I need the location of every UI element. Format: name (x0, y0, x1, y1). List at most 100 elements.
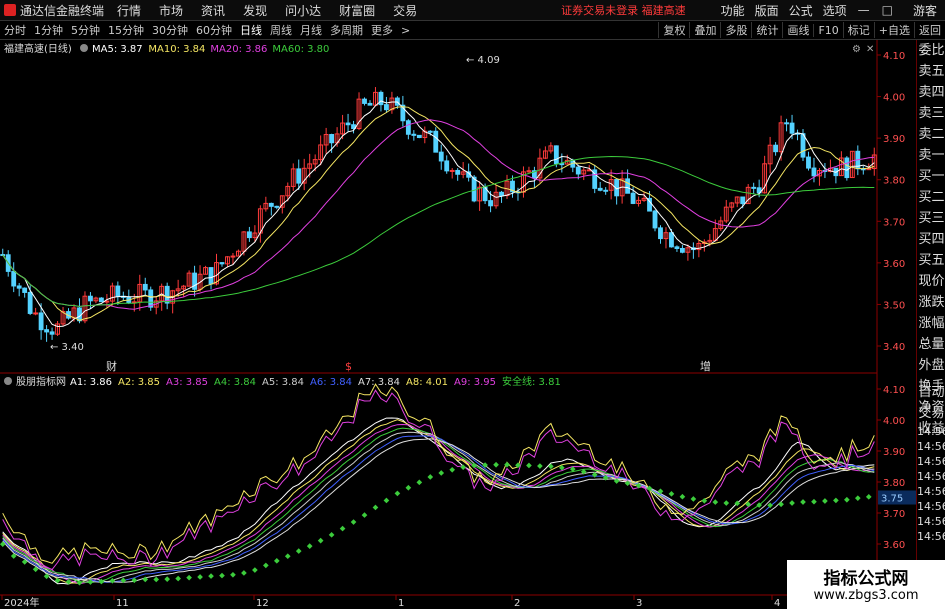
safety-line-dot (230, 571, 236, 578)
btn-mark[interactable]: 标记 (842, 22, 874, 38)
safety-line-dot (449, 466, 456, 473)
btn-overlay[interactable]: 叠加 (689, 22, 720, 38)
indicator-value-label: A1: 3.86 (70, 377, 112, 388)
candle-body (455, 169, 461, 175)
side-label[interactable]: 卖二 (917, 124, 945, 145)
login-notice[interactable]: 证券交易未登录 福建高速 (561, 2, 686, 18)
side-time: 14:56 (917, 455, 945, 468)
safety-line-dot (778, 501, 784, 508)
period-tab-timeshare[interactable]: 分时 (0, 22, 30, 38)
btn-add-watchlist[interactable]: +自选 (873, 22, 914, 38)
period-tab-30min[interactable]: 30分钟 (148, 22, 192, 38)
guest-label[interactable]: 游客 (899, 2, 945, 19)
candle-body (630, 192, 636, 204)
side-label[interactable]: 买三 (917, 208, 945, 229)
event-marker[interactable]: 财 (106, 359, 117, 373)
btn-stats[interactable]: 统计 (751, 22, 782, 38)
candle-body (597, 187, 603, 191)
watermark-url: www.zbgs3.com (813, 588, 919, 603)
lower-y-tick-label: 4.10 (883, 385, 905, 396)
candle-body (378, 91, 384, 106)
close-icon[interactable]: ✕ (866, 44, 874, 55)
side-label[interactable]: 买二 (917, 187, 945, 208)
indicator-value-label: A6: 3.84 (310, 377, 352, 388)
side-label[interactable]: 卖三 (917, 103, 945, 124)
minimize-icon[interactable]: — (852, 3, 876, 17)
side-label[interactable]: 涨跌 (917, 292, 945, 313)
side-label[interactable]: 卖四 (917, 82, 945, 103)
side-label[interactable]: 外盘 (917, 355, 945, 376)
menu-options[interactable]: 选项 (818, 2, 852, 19)
btn-draw[interactable]: 画线 (782, 22, 813, 38)
event-marker[interactable]: 增 (700, 359, 711, 373)
y-tick-label: 4.00 (883, 93, 905, 104)
menu-wealth[interactable]: 财富圈 (330, 2, 384, 19)
indicator-a9-line (2, 389, 875, 571)
maximize-icon[interactable]: □ (876, 3, 899, 17)
menu-layout[interactable]: 版面 (750, 2, 784, 19)
candle-body (449, 169, 455, 172)
chevron-right-icon[interactable]: > (397, 24, 414, 37)
low-price-label: ← 3.40 (50, 342, 84, 353)
side-label[interactable]: 现价 (917, 271, 945, 292)
candle-body (811, 167, 817, 177)
indicator-label: 股朋指标网 (16, 375, 66, 388)
safety-line-dot (208, 573, 214, 579)
candle-body (268, 202, 274, 207)
candle-body (789, 122, 795, 134)
candle-body (115, 285, 121, 297)
period-tab-60min[interactable]: 60分钟 (192, 22, 236, 38)
side-label[interactable]: 卖一 (917, 145, 945, 166)
safety-line-dot (186, 574, 192, 581)
moving-averages (2, 100, 875, 328)
btn-multi-stock[interactable]: 多股 (720, 22, 751, 38)
menu-trade[interactable]: 交易 (384, 2, 426, 19)
side-label[interactable]: 买一 (917, 166, 945, 187)
side-label[interactable]: 委比 (917, 40, 945, 61)
period-tab-15min[interactable]: 15分钟 (104, 22, 148, 38)
side-label-lower[interactable]: 交易 (917, 403, 945, 424)
safety-line-dot (339, 525, 346, 532)
period-tab-monthly[interactable]: 月线 (296, 22, 326, 38)
ma-label: MA5: 3.87 (92, 44, 143, 55)
settings-icon[interactable] (80, 44, 88, 52)
candle-body (658, 227, 663, 240)
btn-f10[interactable]: F10 (813, 23, 842, 37)
menu-ask[interactable]: 问小达 (276, 2, 330, 19)
side-label[interactable]: 买四 (917, 229, 945, 250)
side-label[interactable]: 总量 (917, 334, 945, 355)
period-tab-weekly[interactable]: 周线 (266, 22, 296, 38)
menu-market[interactable]: 市场 (150, 2, 192, 19)
menu-discover[interactable]: 发现 (234, 2, 276, 19)
period-tab-daily[interactable]: 日线 (236, 22, 266, 38)
menu-quotes[interactable]: 行情 (108, 2, 150, 19)
safety-line-dot (175, 575, 181, 582)
x-axis-label: 3 (636, 598, 642, 609)
event-marker[interactable]: $ (345, 360, 352, 373)
side-label-lower[interactable]: 自动 (917, 382, 945, 403)
menu-news[interactable]: 资讯 (192, 2, 234, 19)
safety-line-dot (197, 574, 203, 580)
lower-y-tick-label: 3.90 (883, 447, 905, 458)
period-tab-more[interactable]: 更多 (367, 22, 397, 38)
side-label[interactable]: 买五 (917, 250, 945, 271)
menu-function[interactable]: 功能 (716, 2, 750, 19)
period-tab-multi[interactable]: 多周期 (326, 22, 367, 38)
side-label[interactable]: 涨幅 (917, 313, 945, 334)
indicator-value-label: A4: 3.84 (214, 377, 256, 388)
side-label[interactable]: 卖五 (917, 61, 945, 82)
period-tab-1min[interactable]: 1分钟 (30, 22, 67, 38)
app-logo: 通达信金融终端 (0, 2, 108, 19)
indicator-settings-icon[interactable] (4, 377, 12, 385)
candle-body (77, 307, 82, 322)
side-time: 14:56 (917, 440, 945, 453)
period-tab-5min[interactable]: 5分钟 (67, 22, 104, 38)
candle-body (88, 295, 93, 302)
btn-adjust[interactable]: 复权 (658, 22, 689, 38)
gear-icon[interactable]: ⚙ (852, 44, 861, 55)
btn-back[interactable]: 返回 (914, 22, 945, 38)
menu-bar: 通达信金融终端 行情 市场 资讯 发现 问小达 财富圈 交易 证券交易未登录 福… (0, 0, 945, 21)
menu-formula[interactable]: 公式 (784, 2, 818, 19)
y-tick-label: 3.70 (883, 217, 905, 228)
kline-chart[interactable]: 4.10 4.00 3.90 3.80 3.70 3.60 3.50 3.40 4.10 4.00… (0, 40, 916, 609)
